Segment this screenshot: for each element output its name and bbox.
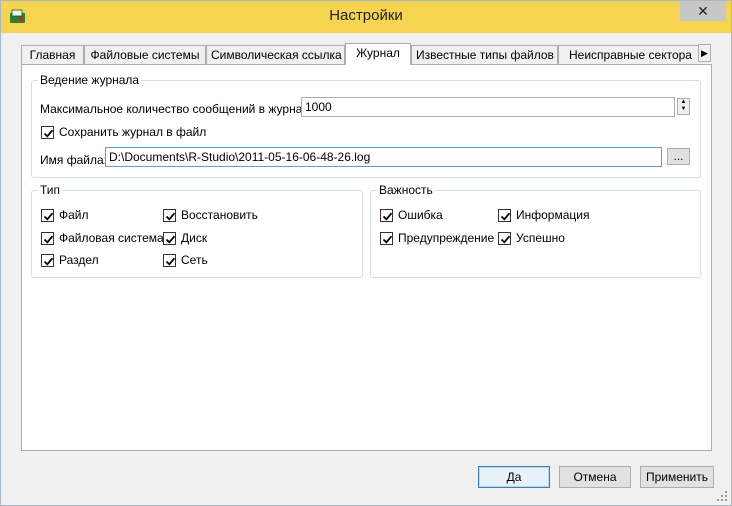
spin-up-icon[interactable]: ▲ — [678, 99, 689, 106]
save-log-to-file-checkbox[interactable]: Сохранить журнал в файл — [41, 125, 241, 140]
browse-button[interactable]: ... — [667, 148, 690, 165]
filename-label: Имя файла: — [40, 153, 107, 167]
type-partition-label: Раздел — [59, 253, 99, 267]
severity-info-label: Информация — [516, 208, 590, 222]
severity-info-checkbox[interactable]: Информация — [498, 208, 618, 223]
tab-file-systems[interactable]: Файловые системы — [84, 45, 206, 65]
checkbox-check-icon[interactable] — [163, 209, 176, 222]
tab-known-file-types[interactable]: Известные типы файлов — [411, 45, 558, 65]
type-network-label: Сеть — [181, 253, 208, 267]
logging-group-title: Ведение журнала — [38, 73, 142, 87]
checkbox-check-icon[interactable] — [163, 254, 176, 267]
severity-group-title: Важность — [377, 183, 435, 197]
checkbox-check-icon[interactable] — [163, 232, 176, 245]
checkbox-check-icon[interactable] — [380, 209, 393, 222]
checkbox-check-icon[interactable] — [498, 209, 511, 222]
chevron-right-icon: ▶ — [701, 48, 708, 58]
max-messages-input[interactable]: 1000 — [301, 97, 675, 117]
type-group: Тип Файл Восстановить Файловая система Д… — [31, 183, 363, 278]
type-restore-checkbox[interactable]: Восстановить — [163, 208, 283, 223]
tab-scroll-right-button[interactable]: ▶ — [698, 44, 711, 62]
type-file-checkbox[interactable]: Файл — [41, 208, 161, 223]
checkbox-check-icon[interactable] — [41, 209, 54, 222]
checkbox-check-icon[interactable] — [41, 254, 54, 267]
checkbox-check-icon[interactable] — [380, 232, 393, 245]
type-file-label: Файл — [59, 208, 89, 222]
severity-group: Важность Ошибка Информация Предупреждени… — [370, 183, 701, 278]
severity-error-label: Ошибка — [398, 208, 443, 222]
type-restore-label: Восстановить — [181, 208, 258, 222]
checkbox-check-icon[interactable] — [498, 232, 511, 245]
settings-window: Настройки ✕ Главная Файловые системы Сим… — [0, 0, 732, 506]
tab-bad-sectors[interactable]: Неисправные сектора — [558, 45, 711, 65]
type-file-system-label: Файловая система — [59, 231, 164, 245]
severity-warning-label: Предупреждение — [398, 231, 495, 245]
window-title: Настройки — [329, 7, 403, 24]
checkbox-check-icon[interactable] — [41, 126, 54, 139]
close-button[interactable]: ✕ — [680, 1, 726, 21]
close-icon: ✕ — [697, 3, 709, 19]
title-bar[interactable]: Настройки ✕ — [1, 1, 731, 33]
severity-warning-checkbox[interactable]: Предупреждение — [380, 231, 498, 246]
ok-button[interactable]: Да — [478, 466, 550, 488]
checkbox-check-icon[interactable] — [41, 232, 54, 245]
save-log-to-file-label: Сохранить журнал в файл — [59, 125, 207, 139]
spin-down-icon[interactable]: ▼ — [678, 106, 689, 113]
severity-success-label: Успешно — [516, 231, 565, 245]
tab-symlink[interactable]: Символическая ссылка — [206, 45, 345, 65]
type-disk-checkbox[interactable]: Диск — [163, 231, 283, 246]
type-file-system-checkbox[interactable]: Файловая система — [41, 231, 164, 246]
severity-success-checkbox[interactable]: Успешно — [498, 231, 608, 246]
type-partition-checkbox[interactable]: Раздел — [41, 253, 161, 268]
type-disk-label: Диск — [181, 231, 208, 245]
tab-strip: Главная Файловые системы Символическая с… — [21, 43, 711, 65]
type-group-title: Тип — [38, 183, 63, 197]
resize-grip-icon[interactable] — [716, 490, 728, 502]
type-network-checkbox[interactable]: Сеть — [163, 253, 283, 268]
log-filename-input[interactable]: D:\Documents\R-Studio\2011-05-16-06-48-2… — [105, 147, 662, 167]
max-messages-spinner[interactable]: ▲ ▼ — [677, 98, 690, 115]
tab-log[interactable]: Журнал — [345, 43, 411, 65]
apply-button[interactable]: Применить — [640, 466, 714, 488]
tab-general[interactable]: Главная — [21, 45, 84, 65]
severity-error-checkbox[interactable]: Ошибка — [380, 208, 490, 223]
cancel-button[interactable]: Отмена — [559, 466, 631, 488]
logging-group: Ведение журнала Максимальное количество … — [31, 73, 701, 178]
log-tab-panel: Ведение журнала Максимальное количество … — [21, 64, 712, 451]
max-messages-label: Максимальное количество сообщений в журн… — [40, 102, 320, 116]
